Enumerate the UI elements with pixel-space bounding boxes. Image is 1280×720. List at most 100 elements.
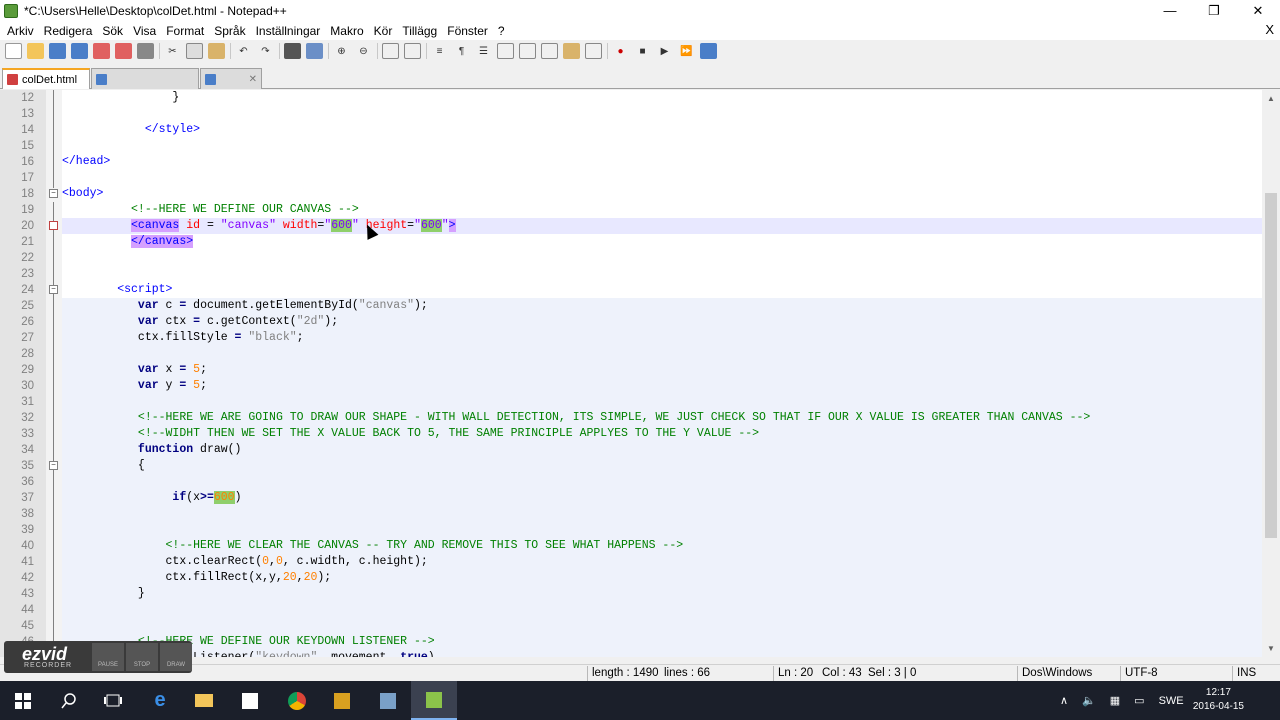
minimize-button[interactable]: — — [1148, 0, 1192, 21]
code-line[interactable]: 20 <canvas id = "canvas" width="600" hei… — [0, 218, 1262, 234]
ezvid-draw-button[interactable]: DRAW — [160, 643, 192, 671]
zoom-out-icon[interactable]: ⊖ — [355, 43, 372, 59]
notepadpp-taskbar-button[interactable] — [411, 681, 457, 720]
fold-toggle-icon[interactable]: − — [49, 285, 58, 294]
task-view-button[interactable] — [90, 681, 136, 720]
menu-fonster[interactable]: Fönster — [442, 24, 493, 38]
record-macro-icon[interactable]: ● — [612, 43, 629, 59]
word-wrap-icon[interactable]: ≡ — [431, 43, 448, 59]
tab-document-2[interactable] — [91, 68, 199, 89]
vertical-scrollbar[interactable]: ▲ ▼ — [1262, 90, 1280, 657]
code-line[interactable]: 36 — [0, 474, 1262, 490]
code-line[interactable]: 12 } — [0, 90, 1262, 106]
code-editor[interactable]: 12 } 13 14 </style> 15 16 </head> 17 18− <body> 1… — [0, 90, 1262, 657]
scroll-down-arrow[interactable]: ▼ — [1262, 640, 1280, 657]
start-button[interactable] — [0, 681, 46, 720]
menu-tillagg[interactable]: Tillägg — [397, 24, 442, 38]
code-line[interactable]: 44 — [0, 602, 1262, 618]
menu-installningar[interactable]: Inställningar — [251, 24, 326, 38]
code-line[interactable]: 35 − { — [0, 458, 1262, 474]
code-line[interactable]: 26 var ctx = c.getContext("2d"); — [0, 314, 1262, 330]
code-line[interactable]: 29 var x = 5; — [0, 362, 1262, 378]
menu-sok[interactable]: Sök — [97, 24, 128, 38]
menu-help[interactable]: ? — [493, 24, 510, 38]
folder-workspace-icon[interactable] — [563, 43, 580, 59]
tray-chevron-icon[interactable]: ∧ — [1060, 694, 1068, 707]
code-line[interactable]: 14 </style> — [0, 122, 1262, 138]
code-line[interactable]: 32 <!--HERE WE ARE GOING TO DRAW OUR SHA… — [0, 410, 1262, 426]
code-line[interactable]: 15 — [0, 138, 1262, 154]
code-line[interactable]: 21 </canvas> — [0, 234, 1262, 250]
close-all-icon[interactable] — [115, 43, 132, 59]
code-line[interactable]: 16 </head> — [0, 154, 1262, 170]
code-line[interactable]: 38 — [0, 506, 1262, 522]
code-line[interactable]: 30 var y = 5; — [0, 378, 1262, 394]
scroll-thumb[interactable] — [1265, 193, 1277, 538]
edge-button[interactable]: e — [137, 681, 183, 720]
tab-document-3[interactable]: ✕ — [200, 68, 262, 89]
redo-icon[interactable]: ↷ — [257, 43, 274, 59]
code-line[interactable]: 19 <!--HERE WE DEFINE OUR CANVAS --> — [0, 202, 1262, 218]
menu-arkiv[interactable]: Arkiv — [2, 24, 39, 38]
chrome-button[interactable] — [274, 681, 320, 720]
show-all-chars-icon[interactable]: ¶ — [453, 43, 470, 59]
copy-icon[interactable] — [186, 43, 203, 59]
menu-sprak[interactable]: Språk — [209, 24, 250, 38]
code-line[interactable]: 45 — [0, 618, 1262, 634]
code-line[interactable]: 28 — [0, 346, 1262, 362]
menu-kor[interactable]: Kör — [369, 24, 398, 38]
language-indicator[interactable]: SWE — [1159, 695, 1184, 707]
code-line[interactable]: 40 <!--HERE WE CLEAR THE CANVAS -- TRY A… — [0, 538, 1262, 554]
replace-icon[interactable] — [306, 43, 323, 59]
restore-button[interactable]: ❐ — [1192, 0, 1236, 21]
app-button[interactable] — [365, 681, 411, 720]
ezvid-pause-button[interactable]: PAUSE — [92, 643, 124, 671]
function-list-icon[interactable] — [541, 43, 558, 59]
udl-icon[interactable] — [497, 43, 514, 59]
code-line[interactable]: 34 function draw() — [0, 442, 1262, 458]
fold-toggle-icon[interactable]: − — [49, 189, 58, 198]
save-macro-icon[interactable] — [700, 43, 717, 59]
sync-horizontal-icon[interactable] — [404, 43, 421, 59]
new-file-icon[interactable] — [5, 43, 22, 59]
code-line[interactable]: 27 ctx.fillStyle = "black"; — [0, 330, 1262, 346]
code-line[interactable]: 39 — [0, 522, 1262, 538]
code-line[interactable]: 37 if(x>=600) — [0, 490, 1262, 506]
tab-coldet[interactable]: colDet.html — [2, 68, 90, 89]
code-line[interactable]: 33 <!--WIDHT THEN WE SET THE X VALUE BAC… — [0, 426, 1262, 442]
code-line[interactable]: 41 ctx.clearRect(0,0, c.width, c.height)… — [0, 554, 1262, 570]
play-macro-icon[interactable]: ▶ — [656, 43, 673, 59]
fold-toggle-icon[interactable] — [49, 221, 58, 230]
code-line[interactable]: 23 — [0, 266, 1262, 282]
monitoring-icon[interactable] — [585, 43, 602, 59]
tab-close-icon[interactable]: ✕ — [249, 74, 257, 85]
close-file-icon[interactable] — [93, 43, 110, 59]
code-line[interactable]: 31 — [0, 394, 1262, 410]
stop-macro-icon[interactable]: ■ — [634, 43, 651, 59]
scroll-up-arrow[interactable]: ▲ — [1262, 90, 1280, 107]
print-icon[interactable] — [137, 43, 154, 59]
menu-redigera[interactable]: Redigera — [39, 24, 98, 38]
zoom-in-icon[interactable]: ⊕ — [333, 43, 350, 59]
cut-icon[interactable]: ✂ — [164, 43, 181, 59]
close-button[interactable]: ✕ — [1236, 0, 1280, 21]
code-line[interactable]: 42 ctx.fillRect(x,y,20,20); — [0, 570, 1262, 586]
code-line[interactable]: 24 − <script> — [0, 282, 1262, 298]
fold-toggle-icon[interactable]: − — [49, 461, 58, 470]
network-icon[interactable]: ▦ — [1110, 694, 1120, 707]
code-line[interactable]: 22 — [0, 250, 1262, 266]
code-line[interactable]: 18 − <body> — [0, 186, 1262, 202]
sync-vertical-icon[interactable] — [382, 43, 399, 59]
save-all-icon[interactable] — [71, 43, 88, 59]
store-button[interactable] — [227, 681, 273, 720]
ezvid-stop-button[interactable]: STOP — [126, 643, 158, 671]
code-line[interactable]: 13 — [0, 106, 1262, 122]
indent-guide-icon[interactable]: ☰ — [475, 43, 492, 59]
battery-icon[interactable]: ▭ — [1134, 694, 1144, 707]
volume-icon[interactable]: 🔈 — [1082, 694, 1096, 707]
media-player-button[interactable] — [319, 681, 365, 720]
save-icon[interactable] — [49, 43, 66, 59]
find-icon[interactable] — [284, 43, 301, 59]
code-line[interactable]: 17 — [0, 170, 1262, 186]
search-button[interactable] — [46, 681, 92, 720]
